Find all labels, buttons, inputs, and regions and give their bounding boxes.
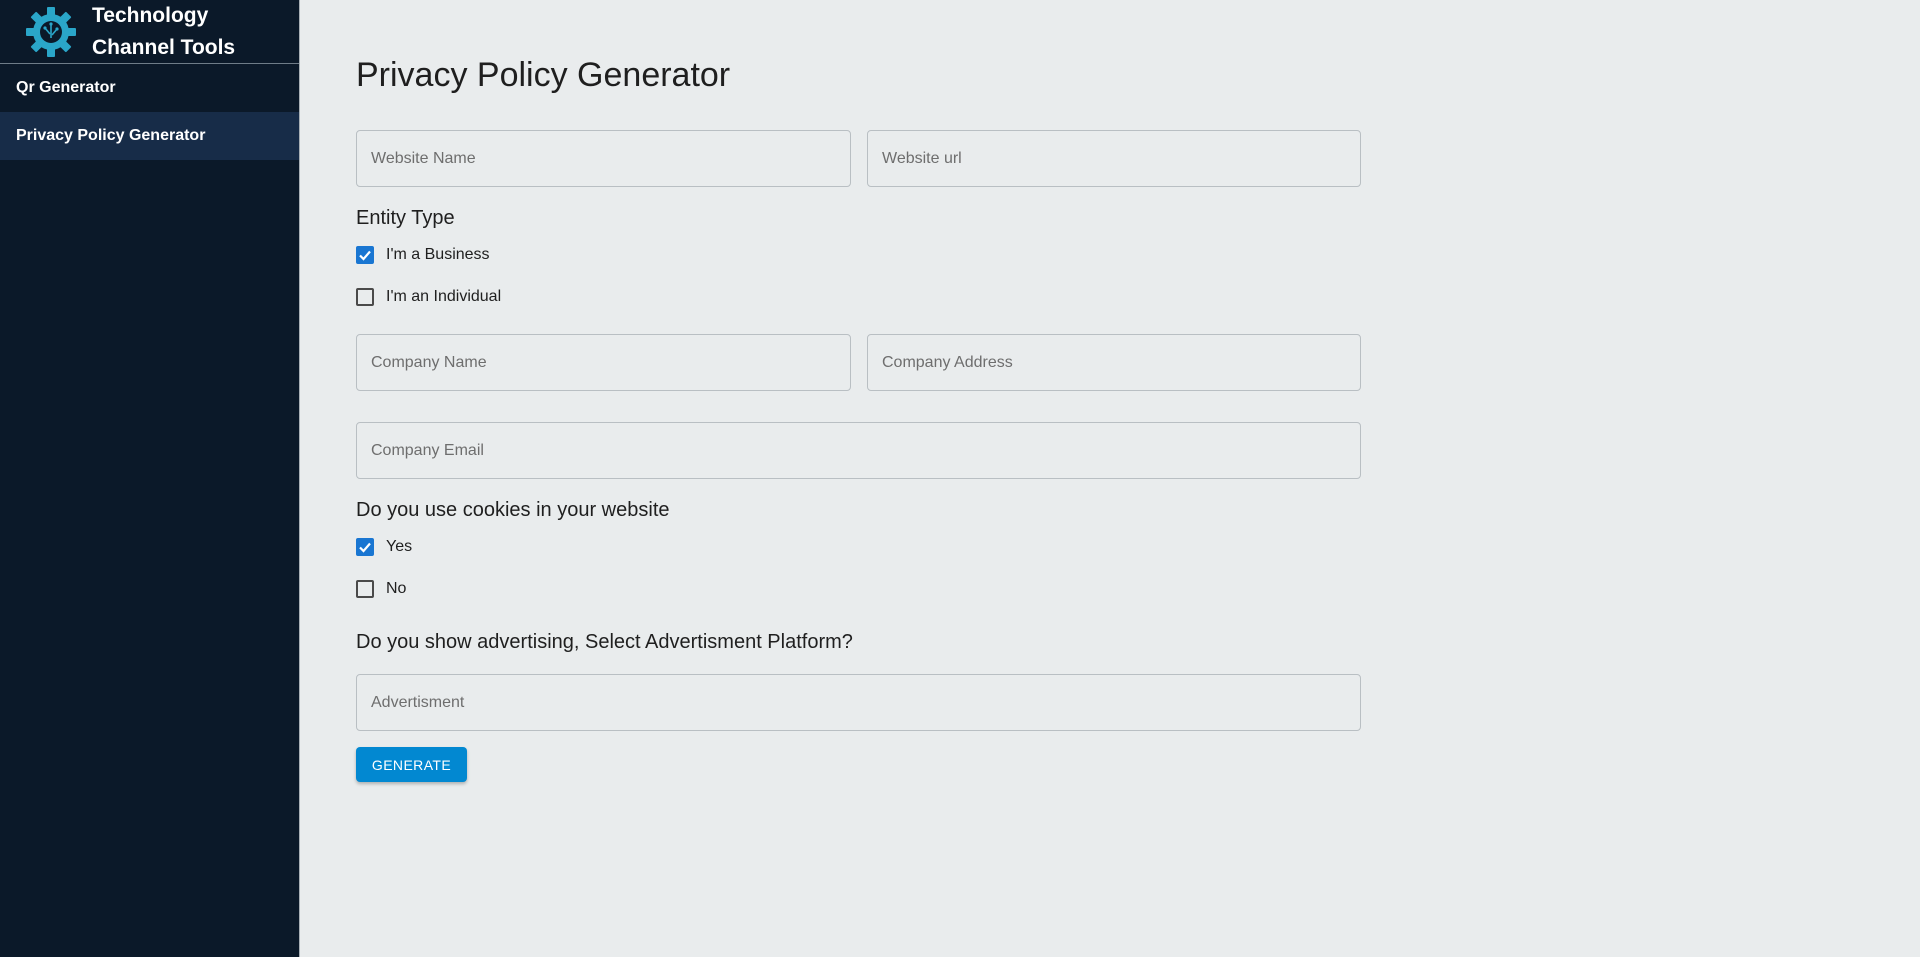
individual-checkbox-label: I'm an Individual [386, 288, 502, 305]
sidebar-item-qr-generator[interactable]: Qr Generator [0, 64, 299, 112]
checkbox-unchecked-icon [356, 288, 374, 306]
brand[interactable]: Technology Channel Tools [0, 0, 299, 64]
sidebar: Technology Channel Tools Qr Generator Pr… [0, 0, 300, 957]
cookies-no-checkbox[interactable]: No [356, 577, 406, 601]
company-name-field[interactable] [356, 334, 851, 391]
gear-logo-icon [26, 6, 76, 57]
advertisment-field[interactable] [356, 674, 1361, 731]
company-address-field[interactable] [867, 334, 1361, 391]
company-email-field[interactable] [356, 422, 1361, 479]
business-checkbox-label: I'm a Business [386, 246, 490, 263]
advertising-label: Do you show advertising, Select Advertis… [356, 631, 853, 653]
brand-title: Technology Channel Tools [92, 0, 235, 64]
checkbox-unchecked-icon [356, 580, 374, 598]
checkmark-icon [359, 542, 371, 553]
individual-checkbox[interactable]: I'm an Individual [356, 285, 501, 309]
checkmark-icon [359, 250, 371, 261]
generate-button[interactable]: GENERATE [356, 747, 467, 782]
sidebar-item-privacy-policy-generator[interactable]: Privacy Policy Generator [0, 112, 299, 160]
checkbox-checked-icon [356, 246, 374, 264]
website-name-field[interactable] [356, 130, 851, 187]
checkbox-checked-icon [356, 538, 374, 556]
brand-title-line2: Channel Tools [92, 35, 236, 59]
brand-title-line1: Technology [92, 3, 209, 27]
website-url-field[interactable] [867, 130, 1361, 187]
entity-type-label: Entity Type [356, 207, 455, 229]
business-checkbox[interactable]: I'm a Business [356, 243, 490, 267]
cookies-yes-label: Yes [386, 538, 413, 555]
cookies-no-label: No [386, 580, 407, 597]
page-title: Privacy Policy Generator [356, 56, 731, 94]
cookies-yes-checkbox[interactable]: Yes [356, 535, 412, 559]
cookies-label: Do you use cookies in your website [356, 499, 670, 521]
